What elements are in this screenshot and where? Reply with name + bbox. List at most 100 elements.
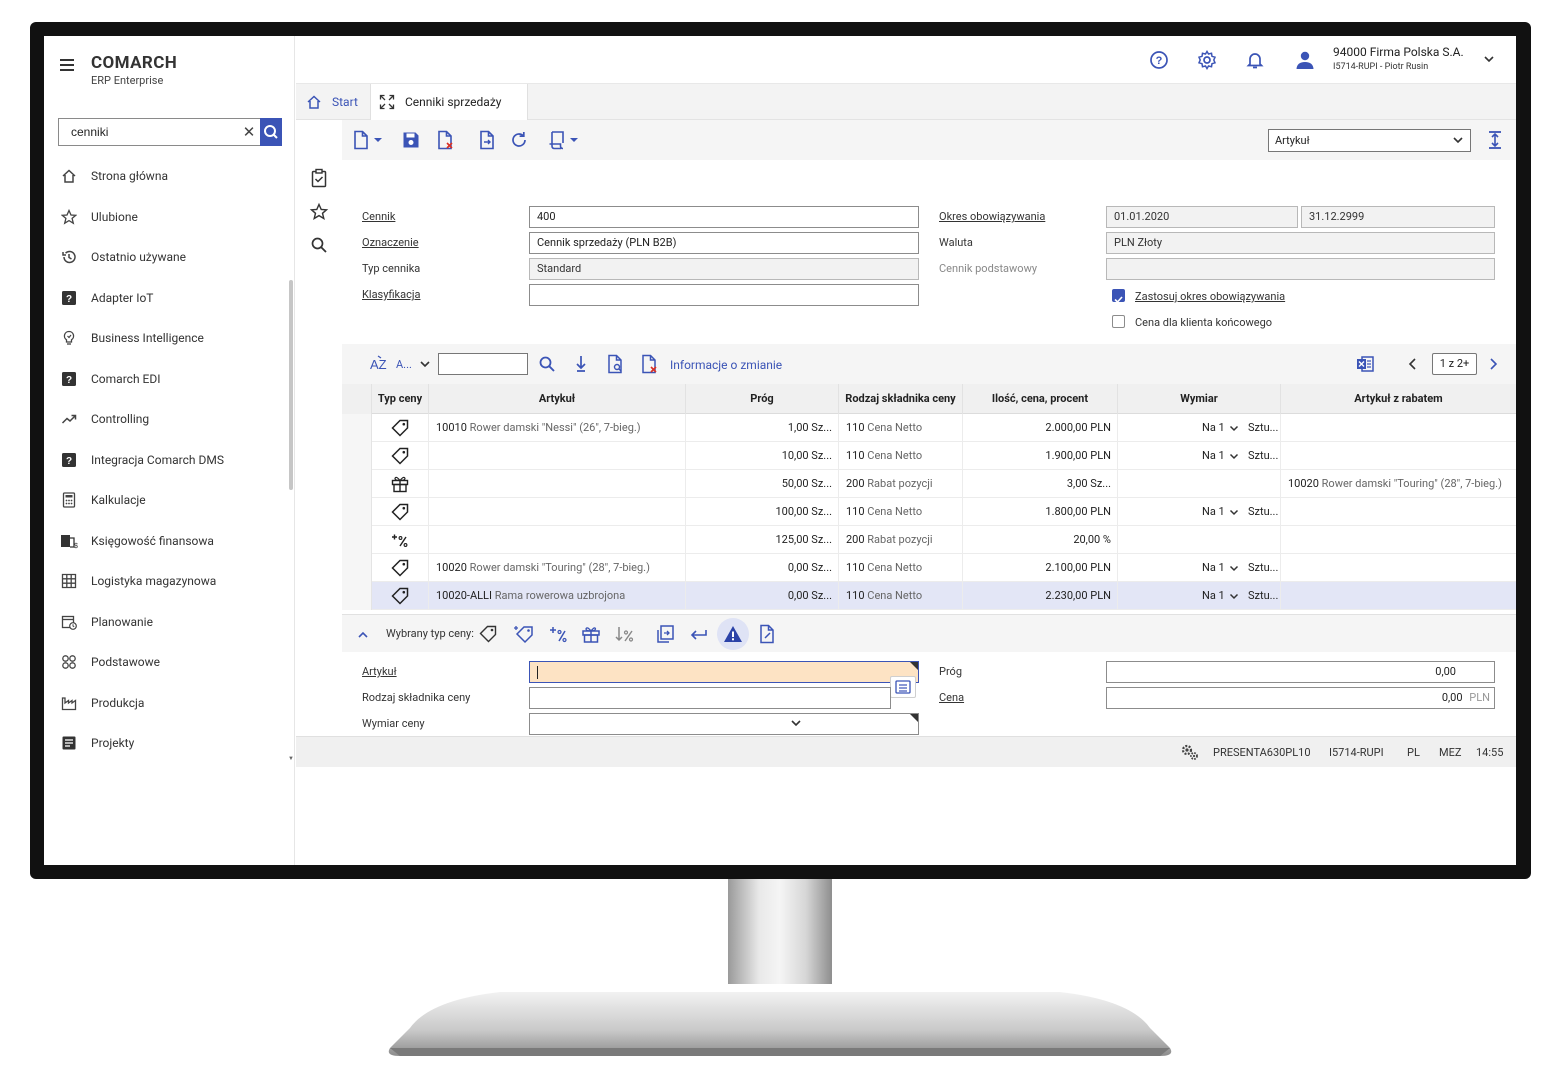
zastosuj-okres-checkbox[interactable]	[1112, 289, 1125, 304]
cell-wymiar[interactable]: Na 1 Sztu...	[1118, 414, 1281, 442]
cell-artykul-rabat[interactable]	[1281, 582, 1516, 610]
cell-rodzaj[interactable]: 200 Rabat pozycji	[839, 470, 963, 498]
delete-document-icon[interactable]	[434, 129, 456, 151]
cell-ilosc[interactable]: 1.800,00 PLN	[963, 498, 1118, 526]
sidebar-item-planowanie[interactable]: Planowanie	[44, 602, 288, 643]
clipboard-check-icon[interactable]	[309, 168, 329, 188]
sidebar-item-ksiegowosc[interactable]: $ Księgowość finansowa	[44, 521, 288, 562]
col-header-wymiar[interactable]: Wymiar	[1118, 384, 1281, 414]
detail-cena-field[interactable]: 0,00 PLN	[1106, 687, 1495, 709]
cell-rodzaj[interactable]: 200 Rabat pozycji	[839, 526, 963, 554]
cell-artykul[interactable]	[429, 442, 686, 470]
cell-prog[interactable]: 0,00 Sz...	[686, 554, 839, 582]
delete-document-icon[interactable]	[638, 353, 660, 375]
warning-button[interactable]	[717, 618, 749, 650]
download-arrow-icon[interactable]	[570, 353, 592, 375]
new-document-icon[interactable]	[350, 129, 372, 151]
table-row[interactable]: 50,00 Sz... 200 Rabat pozycji 3,00 Sz... 10…	[342, 470, 1516, 498]
cell-ilosc[interactable]: 2.230,00 PLN	[963, 582, 1118, 610]
sort-field-label[interactable]: A...	[396, 358, 412, 371]
cell-prog[interactable]: 50,00 Sz...	[686, 470, 839, 498]
sidebar-item-produkcja[interactable]: Produkcja	[44, 683, 288, 724]
col-header-rodzaj[interactable]: Rodzaj składnika ceny	[839, 384, 963, 414]
cell-rodzaj[interactable]: 110 Cena Netto	[839, 498, 963, 526]
table-row[interactable]: 100,00 Sz... 110 Cena Netto 1.800,00 PLN Na…	[342, 498, 1516, 526]
cell-artykul[interactable]: 10010 Rower damski "Nessi" (26", 7-bieg.…	[429, 414, 686, 442]
cennik-field[interactable]: 400	[529, 206, 919, 228]
row-selector[interactable]	[342, 582, 372, 610]
cell-wymiar[interactable]	[1118, 470, 1281, 498]
cell-rodzaj[interactable]: 110 Cena Netto	[839, 554, 963, 582]
table-row[interactable]: 10020-ALLI Rama rowerowa uzbrojona 0,00 S…	[342, 582, 1516, 610]
cell-wymiar[interactable]	[1118, 526, 1281, 554]
view-select[interactable]: Artykuł	[1268, 129, 1471, 152]
waluta-field[interactable]: PLN Złoty	[1106, 232, 1495, 254]
row-selector[interactable]	[342, 554, 372, 582]
col-header-rabat[interactable]: Artykuł z rabatem	[1281, 384, 1516, 414]
cell-wymiar[interactable]: Na 1 Sztu...	[1118, 554, 1281, 582]
lookup-button[interactable]	[890, 676, 916, 698]
print-document-icon[interactable]	[546, 129, 568, 151]
menu-search-input[interactable]	[59, 119, 239, 145]
settings-gears-icon[interactable]	[1180, 743, 1200, 761]
cell-price-type[interactable]	[372, 470, 429, 498]
sidebar-item-favorites[interactable]: Ulubione	[44, 197, 288, 238]
refresh-icon[interactable]	[508, 129, 530, 151]
row-selector[interactable]	[342, 414, 372, 442]
scroll-down-icon[interactable]: ▼	[288, 755, 294, 762]
detail-prog-field[interactable]: 0,00	[1106, 661, 1495, 683]
grid-filter-input[interactable]	[438, 353, 528, 375]
cell-rodzaj[interactable]: 110 Cena Netto	[839, 414, 963, 442]
table-row[interactable]: 10020 Rower damski "Touring" (28", 7-bie…	[342, 554, 1516, 582]
cell-artykul[interactable]	[429, 470, 686, 498]
return-arrow-icon[interactable]	[688, 623, 710, 645]
copy-document-icon[interactable]	[654, 623, 676, 645]
cell-price-type[interactable]	[372, 554, 429, 582]
page-indicator[interactable]: 1 z 2+	[1432, 353, 1477, 375]
detail-rodzaj-field[interactable]	[529, 687, 891, 709]
cell-artykul-rabat[interactable]	[1281, 414, 1516, 442]
cell-artykul[interactable]: 10020-ALLI Rama rowerowa uzbrojona	[429, 582, 686, 610]
col-header-typ[interactable]: Typ ceny	[372, 384, 429, 414]
wymiar-per[interactable]: Na 1	[1202, 582, 1240, 610]
cell-price-type[interactable]	[372, 582, 429, 610]
sidebar-item-comarch-edi[interactable]: ? Comarch EDI	[44, 359, 288, 400]
document-export-icon[interactable]	[476, 129, 498, 151]
wymiar-per[interactable]: Na 1	[1202, 498, 1240, 526]
cell-price-type[interactable]	[372, 498, 429, 526]
sidebar-item-projekty[interactable]: Projekty	[44, 723, 288, 764]
cena-klient-checkbox[interactable]	[1112, 315, 1125, 328]
okres-to-field[interactable]: 31.12.2999	[1301, 206, 1495, 228]
document-search-icon[interactable]	[604, 353, 626, 375]
cell-prog[interactable]: 125,00 Sz...	[686, 526, 839, 554]
chevron-down-icon[interactable]	[1228, 450, 1240, 462]
cell-ilosc[interactable]: 2.000,00 PLN	[963, 414, 1118, 442]
wymiar-per[interactable]: Na 1	[1202, 414, 1240, 442]
sidebar-scrollbar[interactable]	[289, 280, 293, 490]
cennik-podstawowy-field[interactable]	[1106, 258, 1495, 280]
chevron-down-icon[interactable]	[1228, 590, 1240, 602]
cell-artykul-rabat[interactable]	[1281, 526, 1516, 554]
typ-cennika-field[interactable]: Standard	[529, 258, 919, 280]
chevron-right-icon[interactable]	[1485, 356, 1501, 372]
star-icon[interactable]	[309, 202, 329, 222]
collapse-vertical-icon[interactable]	[1484, 129, 1506, 151]
add-price-tag-icon[interactable]	[514, 623, 536, 645]
detail-artykul-field[interactable]	[529, 661, 919, 683]
cell-artykul[interactable]	[429, 526, 686, 554]
cell-wymiar[interactable]: Na 1 Sztu...	[1118, 582, 1281, 610]
cell-wymiar[interactable]: Na 1 Sztu...	[1118, 498, 1281, 526]
table-row[interactable]: 125,00 Sz... 200 Rabat pozycji 20,00 %	[342, 526, 1516, 554]
sidebar-item-kalkulacje[interactable]: Kalkulacje	[44, 480, 288, 521]
cell-ilosc[interactable]: 2.100,00 PLN	[963, 554, 1118, 582]
cell-artykul-rabat[interactable]	[1281, 442, 1516, 470]
sidebar-item-controlling[interactable]: Controlling	[44, 399, 288, 440]
sort-az-icon[interactable]: AZ	[370, 354, 392, 374]
sidebar-item-integracja-dms[interactable]: ? Integracja Comarch DMS	[44, 440, 288, 481]
sidebar-item-recent[interactable]: Ostatnio używane	[44, 237, 288, 278]
chevron-left-icon[interactable]	[1405, 356, 1421, 372]
search-icon[interactable]	[536, 353, 558, 375]
klasyfikacja-field[interactable]	[529, 284, 919, 306]
cell-artykul-rabat[interactable]	[1281, 498, 1516, 526]
wymiar-per[interactable]: Na 1	[1202, 554, 1240, 582]
